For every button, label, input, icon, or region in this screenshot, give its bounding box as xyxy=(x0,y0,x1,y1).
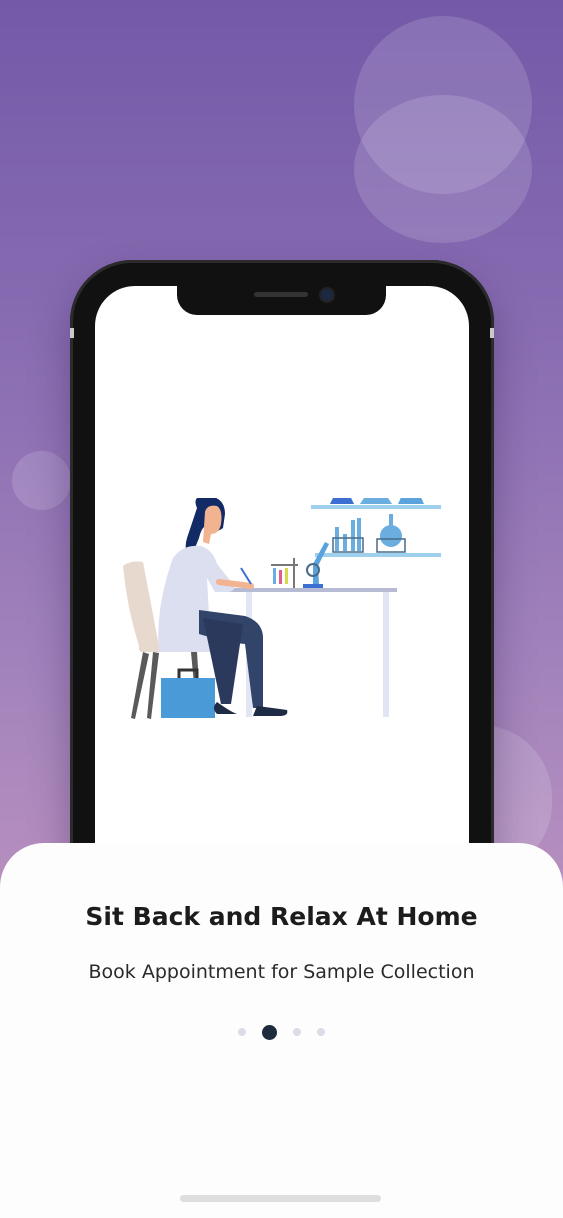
decorative-bubble xyxy=(354,95,532,243)
shelf-bottom xyxy=(315,553,441,557)
home-indicator[interactable] xyxy=(180,1195,381,1202)
decorative-bubble xyxy=(12,451,71,510)
flask-icon xyxy=(360,498,392,504)
pen-icon xyxy=(240,567,252,585)
onboarding-subtitle: Book Appointment for Sample Collection xyxy=(88,961,475,983)
onboarding-title: Sit Back and Relax At Home xyxy=(85,902,478,931)
camera-icon xyxy=(321,289,333,301)
medical-bag-icon xyxy=(161,678,215,718)
round-flask-icon xyxy=(380,525,402,547)
lab-technician-illustration xyxy=(123,498,441,719)
page-dot-1[interactable] xyxy=(238,1028,246,1036)
page-dot-3[interactable] xyxy=(293,1028,301,1036)
shelf-top xyxy=(311,505,441,509)
lab-table xyxy=(229,588,397,592)
phone-side-button xyxy=(70,328,74,338)
page-dot-4[interactable] xyxy=(317,1028,325,1036)
shoe xyxy=(253,706,288,716)
page-dot-2-active[interactable] xyxy=(262,1024,277,1040)
speaker-grille xyxy=(254,292,308,297)
page-indicator xyxy=(0,1024,563,1040)
phone-side-button xyxy=(490,328,494,338)
technician-face xyxy=(203,505,222,544)
phone-notch xyxy=(177,286,386,315)
flask-icon xyxy=(398,498,424,504)
microscope-icon xyxy=(303,584,323,588)
chair xyxy=(123,561,159,652)
